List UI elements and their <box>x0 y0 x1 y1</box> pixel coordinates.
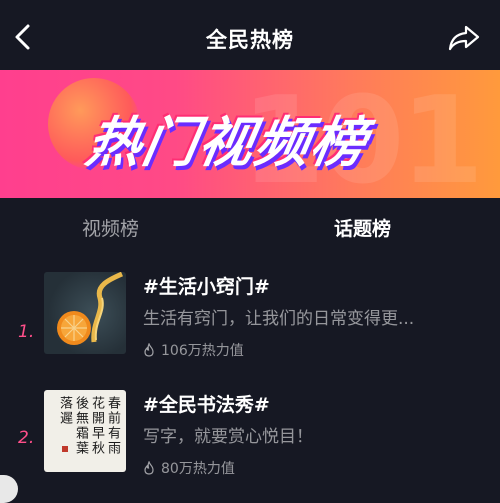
rank-number: 1. <box>18 322 35 342</box>
topic-description: 写字，就要赏心悦目！ <box>143 427 313 447</box>
orange-ribbon-image[interactable] <box>44 272 126 354</box>
flame-icon <box>144 461 154 475</box>
heat-text: 106万热力值 <box>161 343 244 359</box>
page-title: 全民热榜 <box>206 28 294 52</box>
topic-title: #生活小窍门# <box>143 276 270 298</box>
tab-video-list[interactable]: 视频榜 <box>82 214 139 241</box>
heat-value: 106万热力值 <box>143 340 244 360</box>
hot-list-banner: 101 热门视频榜 <box>0 70 500 198</box>
topic-title: #全民书法秀# <box>143 394 270 416</box>
heat-value: 80万热力值 <box>143 458 235 478</box>
list-item[interactable]: 1. #生活小窍门# 生活有窍门，让我们的日常变得更... 106万热力值 <box>0 272 500 382</box>
calligraphy-image[interactable]: 春前有雨 花開早秋 後無霜葉 落遲 <box>44 390 126 472</box>
topic-description: 生活有窍门，让我们的日常变得更... <box>143 309 415 329</box>
topic-list: 1. #生活小窍门# 生活有窍门，让我们的日常变得更... 106万热力值 2.… <box>0 256 500 503</box>
tab-bar: 视频榜 话题榜 <box>0 198 500 256</box>
banner-title: 热门视频榜 <box>81 111 373 174</box>
share-arrow-icon <box>448 25 480 51</box>
top-bar: 全民热榜 <box>0 0 500 72</box>
rank-number: 2. <box>18 428 35 448</box>
tab-topic-list[interactable]: 话题榜 <box>334 214 391 241</box>
heat-text: 80万热力值 <box>161 461 235 477</box>
flame-icon <box>144 343 154 357</box>
list-item[interactable]: 2. 春前有雨 花開早秋 後無霜葉 落遲 #全民书法秀# 写字，就要赏心悦目！ … <box>0 390 500 500</box>
share-button[interactable] <box>448 24 480 52</box>
